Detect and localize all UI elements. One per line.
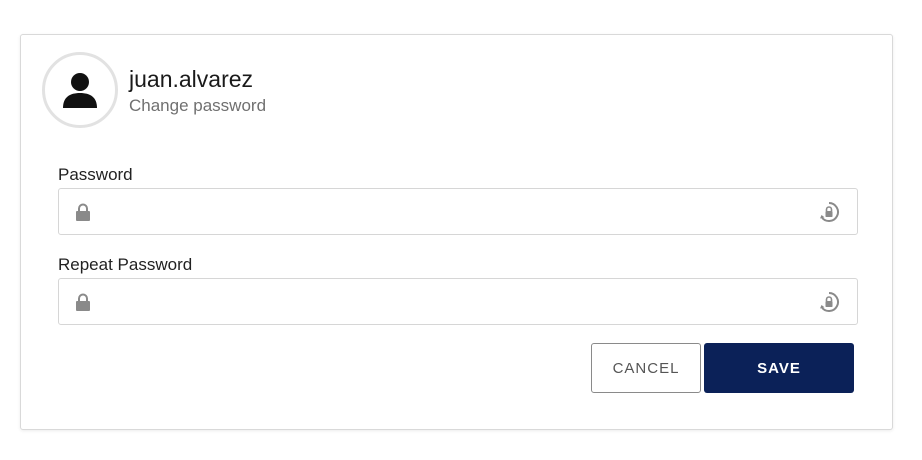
repeat-password-label: Repeat Password <box>58 255 193 274</box>
show-password-icon[interactable] <box>818 201 840 223</box>
lock-icon <box>76 293 90 311</box>
repeat-password-field[interactable] <box>58 278 858 325</box>
user-icon <box>63 73 97 108</box>
save-button[interactable]: SAVE <box>704 343 854 393</box>
cancel-button[interactable]: CANCEL <box>591 343 701 393</box>
page-subtitle: Change password <box>129 96 267 115</box>
password-field[interactable] <box>58 188 858 235</box>
password-input[interactable] <box>103 189 803 234</box>
lock-icon <box>76 203 90 221</box>
repeat-password-input[interactable] <box>103 279 803 324</box>
username: juan.alvarez <box>129 66 254 92</box>
avatar <box>42 52 118 128</box>
password-label: Password <box>58 165 133 184</box>
show-password-icon[interactable] <box>818 291 840 313</box>
change-password-card: juan.alvarez Change password Password Re… <box>20 34 893 430</box>
